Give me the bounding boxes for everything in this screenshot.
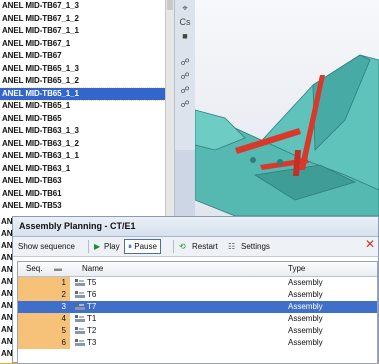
table-row[interactable]: 3 T7 Assembly <box>18 301 377 313</box>
tree-item[interactable]: ANEL MID-TB67_1_3 <box>0 0 165 13</box>
name-cell: T7 <box>87 302 97 311</box>
table-row[interactable]: 1 T5 Assembly <box>18 277 377 289</box>
3d-viewport[interactable] <box>195 0 379 216</box>
assembly-icon <box>75 327 85 334</box>
tree-item-clipped[interactable]: ANI <box>0 240 12 252</box>
type-cell: Assembly <box>288 326 323 335</box>
tool-icon-4[interactable]: ☍ <box>178 98 192 110</box>
play-icon[interactable]: ▶ <box>94 239 100 254</box>
type-cell: Assembly <box>288 302 323 311</box>
tree-item[interactable]: ANEL MID-TB67 <box>0 50 165 63</box>
3d-model <box>195 54 379 216</box>
tool-column: ⌖ Cs ■ ☍ ☍ ☍ ☍ <box>174 0 196 216</box>
tool-icon-3[interactable]: ☍ <box>178 84 192 96</box>
tree-scrollbar[interactable] <box>165 0 174 216</box>
tree-item[interactable]: ANEL MID-TB53 <box>0 200 165 213</box>
restart-button[interactable]: Restart <box>192 239 218 254</box>
tree-item-clipped[interactable]: ANI <box>0 228 12 240</box>
name-cell: T2 <box>87 326 97 335</box>
scroll-thumb[interactable] <box>167 0 173 10</box>
assembly-icon <box>75 279 85 286</box>
panel-toolbar: Show sequence ▶ Play ⏸ Pause ⟲ Restart ☷… <box>13 237 378 257</box>
cs-icon[interactable]: Cs <box>178 16 192 28</box>
tree-item[interactable]: ANEL MID-TB65_1_3 <box>0 63 165 76</box>
pause-label: Pause <box>134 242 157 251</box>
move-icon[interactable]: ⌖ <box>178 2 192 14</box>
table-row[interactable]: 5 T2 Assembly <box>18 325 377 337</box>
assembly-icon <box>75 315 85 322</box>
assembly-icon <box>75 339 85 346</box>
grid-header: Seq. ▬ Name Type <box>18 262 377 277</box>
tree-item-clipped[interactable]: ANI <box>0 264 12 276</box>
pause-icon: ⏸ <box>128 242 132 251</box>
tree-item[interactable]: ANEL MID-TB65_1_1 <box>0 86 165 101</box>
tree-item[interactable]: ANEL MID-TB63_1_3 <box>0 125 165 138</box>
seq-cell: 2 <box>18 289 70 301</box>
tree-item-clipped[interactable]: ANI <box>0 276 12 288</box>
tree-item[interactable]: ANEL MID-TB65_1_2 <box>0 75 165 88</box>
name-cell: T6 <box>87 290 97 299</box>
tree-item-clipped[interactable]: ANI <box>0 336 12 348</box>
panel-title: Assembly Planning - CT/E1 <box>13 217 378 237</box>
seq-cell: 1 <box>18 277 70 289</box>
assembly-icon <box>75 291 85 298</box>
tree-item[interactable]: ANEL MID-TB63 <box>0 175 165 188</box>
name-cell: T1 <box>87 314 97 323</box>
table-row[interactable]: 4 T1 Assembly <box>18 313 377 325</box>
tree-item[interactable]: ANEL MID-TB67_1_1 <box>0 25 165 38</box>
tree-item-clipped[interactable]: ANI <box>0 216 12 228</box>
seq-cell: 3 <box>18 301 70 313</box>
col-type[interactable]: Type <box>288 262 305 276</box>
settings-icon[interactable]: ☷ <box>228 239 235 254</box>
tree-item[interactable]: ANEL MID-TB65 <box>0 113 165 126</box>
assembly-planning-panel: Assembly Planning - CT/E1 Show sequence … <box>12 216 379 364</box>
tool-icon-2[interactable]: ☍ <box>178 70 192 82</box>
type-cell: Assembly <box>288 290 323 299</box>
tree-overflow-strip: ANIANIANIANIANIANIANIANIANIANIANIANI <box>0 216 12 363</box>
name-cell: T3 <box>87 338 97 347</box>
tree-item[interactable]: ANEL MID-TB63_1_1 <box>0 150 165 163</box>
tree-item[interactable]: ANEL MID-TB65_1 <box>0 100 165 113</box>
tree-item[interactable]: ANEL MID-TB63_1_2 <box>0 138 165 151</box>
table-row[interactable]: 2 T6 Assembly <box>18 289 377 301</box>
seq-cell: 6 <box>18 337 70 349</box>
table-row[interactable]: 6 T3 Assembly <box>18 337 377 349</box>
col-seq[interactable]: Seq. <box>26 262 42 276</box>
tree-item[interactable]: ANEL MID-TB63_1 <box>0 163 165 176</box>
tree-item[interactable]: ANEL MID-TB67_1 <box>0 38 165 51</box>
tree-item[interactable]: ANEL MID-TB67_1_2 <box>0 13 165 26</box>
close-icon[interactable]: ✕ <box>365 237 375 252</box>
tree-item-clipped[interactable]: ANI <box>0 312 12 324</box>
settings-button[interactable]: Settings <box>241 239 270 254</box>
tree-item-clipped[interactable]: ANI <box>0 288 12 300</box>
sort-icon[interactable]: ▬ <box>54 262 62 276</box>
seq-cell: 4 <box>18 313 70 325</box>
name-cell: T5 <box>87 278 97 287</box>
tool-icon-1[interactable]: ☍ <box>178 56 192 68</box>
seq-cell: 5 <box>18 325 70 337</box>
tool-column-footer <box>175 150 195 216</box>
assembly-icon <box>75 303 85 310</box>
stop-icon[interactable]: ■ <box>178 30 192 42</box>
model-tree[interactable]: ANEL MID-TB67_1_3 ANEL MID-TB67_1_2 ANEL M… <box>0 0 165 216</box>
tree-item-clipped[interactable]: ANI <box>0 348 12 360</box>
tree-item-clipped[interactable]: ANI <box>0 252 12 264</box>
sequence-grid[interactable]: Seq. ▬ Name Type 1 T5 Assembly 2 T6 Assembly 3… <box>17 261 378 364</box>
play-button[interactable]: Play <box>104 239 120 254</box>
show-sequence-button[interactable]: Show sequence <box>18 239 75 254</box>
type-cell: Assembly <box>288 314 323 323</box>
pause-button[interactable]: ⏸ Pause <box>124 239 161 254</box>
col-name[interactable]: Name <box>82 262 103 276</box>
type-cell: Assembly <box>288 278 323 287</box>
tree-item-clipped[interactable]: ANI <box>0 300 12 312</box>
tree-item-clipped[interactable]: ANI <box>0 324 12 336</box>
type-cell: Assembly <box>288 338 323 347</box>
restart-icon[interactable]: ⟲ <box>179 239 186 254</box>
tree-item[interactable]: ANEL MID-TB61 <box>0 188 165 201</box>
